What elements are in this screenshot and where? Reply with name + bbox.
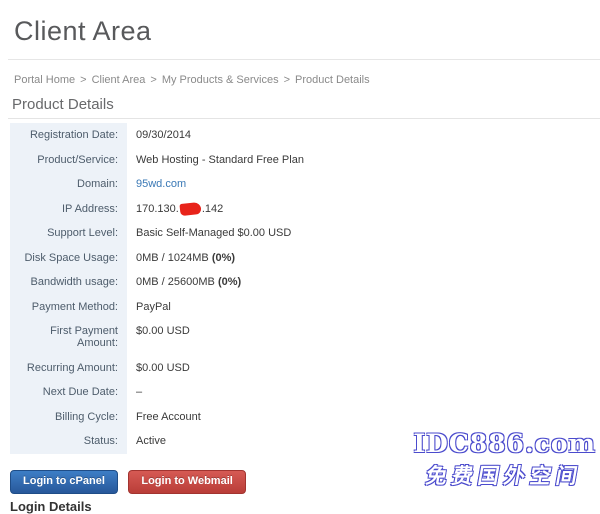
row-label: IP Address: [10,197,127,222]
product-details-table: Registration Date: 09/30/2014 Product/Se… [10,123,600,454]
row-label: Disk Space Usage: [10,246,127,271]
row-first-payment-amount: First Payment Amount: $0.00 USD [10,319,600,356]
row-label: Recurring Amount: [10,356,127,381]
row-label: Bandwidth usage: [10,270,127,295]
breadcrumb: Portal Home > Client Area > My Products & Se… [0,60,600,86]
bandwidth-usage-percent: (0%) [218,276,241,288]
login-details-heading: Login Details [10,499,600,514]
row-label: Billing Cycle: [10,405,127,430]
row-recurring-amount: Recurring Amount: $0.00 USD [10,356,600,381]
row-value: 09/30/2014 [127,123,199,148]
row-value: Free Account [127,405,209,430]
row-label: Support Level: [10,221,127,246]
row-value: Basic Self-Managed $0.00 USD [127,221,299,246]
row-next-due-date: Next Due Date: – [10,380,600,405]
row-disk-space-usage: Disk Space Usage: 0MB / 1024MB (0%) [10,246,600,271]
breadcrumb-separator: > [80,74,86,86]
row-label: Domain: [10,172,127,197]
row-value: $0.00 USD [127,319,198,356]
row-value: – [127,380,150,405]
section-title-product-details: Product Details [8,96,600,119]
row-value: 0MB / 1024MB (0%) [127,246,243,271]
row-value: $0.00 USD [127,356,198,381]
breadcrumb-my-products-services[interactable]: My Products & Services [162,74,279,86]
row-label: Payment Method: [10,295,127,320]
page-title: Client Area [0,0,600,59]
row-domain: Domain: 95wd.com [10,172,600,197]
login-to-webmail-button[interactable]: Login to Webmail [128,470,245,494]
row-billing-cycle: Billing Cycle: Free Account [10,405,600,430]
domain-link[interactable]: 95wd.com [136,178,186,190]
row-label: Registration Date: [10,123,127,148]
row-support-level: Support Level: Basic Self-Managed $0.00 … [10,221,600,246]
action-buttons: Login to cPanel Login to Webmail [10,470,600,494]
row-label: Product/Service: [10,148,127,173]
row-value: 95wd.com [127,172,194,197]
row-label: Status: [10,429,127,454]
disk-usage-text: 0MB / 1024MB [136,252,212,264]
ip-suffix: .142 [202,203,223,215]
status-value: Active [127,429,174,454]
ip-prefix: 170.130. [136,203,179,215]
row-value: PayPal [127,295,179,320]
row-payment-method: Payment Method: PayPal [10,295,600,320]
login-to-cpanel-button[interactable]: Login to cPanel [10,470,118,494]
row-label: First Payment Amount: [10,319,127,356]
row-value: 0MB / 25600MB (0%) [127,270,249,295]
row-status: Status: Active [10,429,600,454]
row-ip-address: IP Address: 170.130. .142 [10,197,600,222]
breadcrumb-separator: > [150,74,156,86]
redaction-scribble [179,201,201,215]
breadcrumb-portal-home[interactable]: Portal Home [14,74,75,86]
row-value: Web Hosting - Standard Free Plan [127,148,312,173]
bandwidth-usage-text: 0MB / 25600MB [136,276,218,288]
row-bandwidth-usage: Bandwidth usage: 0MB / 25600MB (0%) [10,270,600,295]
row-product-service: Product/Service: Web Hosting - Standard … [10,148,600,173]
row-value: 170.130. .142 [127,197,231,222]
breadcrumb-separator: > [284,74,290,86]
row-registration-date: Registration Date: 09/30/2014 [10,123,600,148]
breadcrumb-product-details: Product Details [295,74,370,86]
breadcrumb-client-area[interactable]: Client Area [92,74,146,86]
row-label: Next Due Date: [10,380,127,405]
disk-usage-percent: (0%) [212,252,235,264]
